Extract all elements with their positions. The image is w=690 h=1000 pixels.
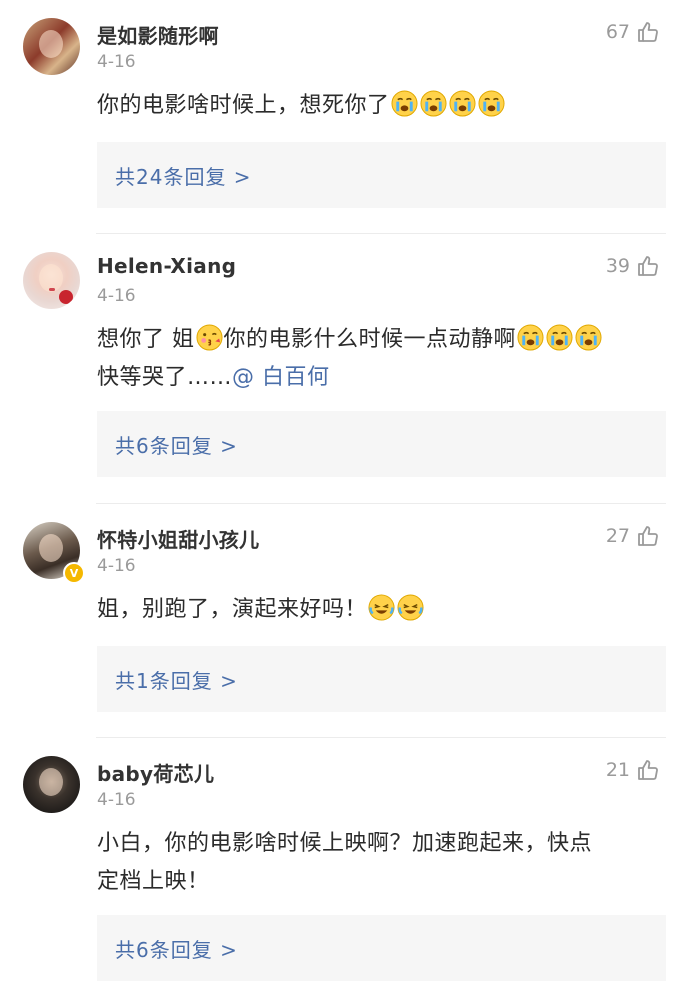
laugh-cry-emoji-icon bbox=[397, 594, 424, 621]
username[interactable]: 怀特小姐甜小孩儿 bbox=[97, 524, 259, 553]
view-replies-button[interactable]: 共6条回复 > bbox=[97, 915, 666, 981]
like-count: 21 bbox=[605, 759, 630, 781]
comment-date: 4-16 bbox=[97, 286, 136, 306]
view-replies-button[interactable]: 共1条回复 > bbox=[97, 646, 666, 712]
avatar[interactable] bbox=[23, 252, 80, 309]
like-button[interactable]: 67 bbox=[606, 20, 660, 44]
mention-link[interactable]: @ 白百何 bbox=[232, 365, 330, 390]
thumbs-up-icon bbox=[638, 22, 658, 42]
comment-item: Helen-Xiang 4-16 39 想你了 姐你的电影什么时候一点动静啊 快… bbox=[0, 234, 690, 504]
comment-text: 你的电影啥时候上，想死你了 bbox=[97, 87, 660, 125]
avatar[interactable] bbox=[23, 18, 80, 75]
avatar[interactable] bbox=[23, 756, 80, 813]
crying-emoji-icon bbox=[448, 90, 476, 117]
username[interactable]: 是如影随形啊 bbox=[97, 20, 219, 49]
crying-emoji-icon bbox=[517, 324, 544, 351]
crying-emoji-icon bbox=[419, 90, 447, 117]
verified-badge: V bbox=[63, 562, 85, 584]
comment-text: 小白，你的电影啥时候上映啊？加速跑起来，快点 定档上映！ bbox=[97, 831, 593, 894]
like-count: 27 bbox=[605, 525, 630, 547]
like-count: 39 bbox=[605, 255, 630, 277]
crying-emoji-icon bbox=[477, 90, 505, 117]
like-count: 67 bbox=[605, 21, 630, 43]
comment-date: 4-16 bbox=[97, 790, 136, 810]
like-button[interactable]: 21 bbox=[606, 758, 660, 782]
kiss-emoji-icon bbox=[195, 324, 223, 351]
comment-text: 想你了 姐你的电影什么时候一点动静啊 快等哭了……@ 白百何 bbox=[97, 321, 660, 397]
comment-item: V 怀特小姐甜小孩儿 4-16 27 姐，别跑了，演起来好吗！ 共1条回复 > bbox=[0, 504, 690, 738]
like-button[interactable]: 39 bbox=[606, 254, 660, 278]
thumbs-up-icon bbox=[638, 526, 658, 546]
username[interactable]: Helen-Xiang bbox=[97, 254, 236, 278]
comment-item: 是如影随形啊 4-16 67 你的电影啥时候上，想死你了 共24条回复 > bbox=[0, 0, 690, 234]
thumbs-up-icon bbox=[638, 256, 658, 276]
like-button[interactable]: 27 bbox=[606, 524, 660, 548]
crying-emoji-icon bbox=[390, 90, 418, 117]
thumbs-up-icon bbox=[638, 760, 658, 780]
laugh-cry-emoji-icon bbox=[368, 594, 395, 621]
comment-date: 4-16 bbox=[97, 52, 136, 72]
avatar[interactable]: V bbox=[23, 522, 85, 584]
comment-item: baby荷芯儿 4-16 21 小白，你的电影啥时候上映啊？加速跑起来，快点 定… bbox=[0, 738, 690, 1000]
comment-date: 4-16 bbox=[97, 556, 136, 576]
crying-emoji-icon bbox=[575, 324, 602, 351]
view-replies-button[interactable]: 共24条回复 > bbox=[97, 142, 666, 208]
username[interactable]: baby荷芯儿 bbox=[97, 758, 214, 787]
comment-text: 姐，别跑了，演起来好吗！ bbox=[97, 591, 660, 629]
crying-emoji-icon bbox=[546, 324, 573, 351]
view-replies-button[interactable]: 共6条回复 > bbox=[97, 411, 666, 477]
